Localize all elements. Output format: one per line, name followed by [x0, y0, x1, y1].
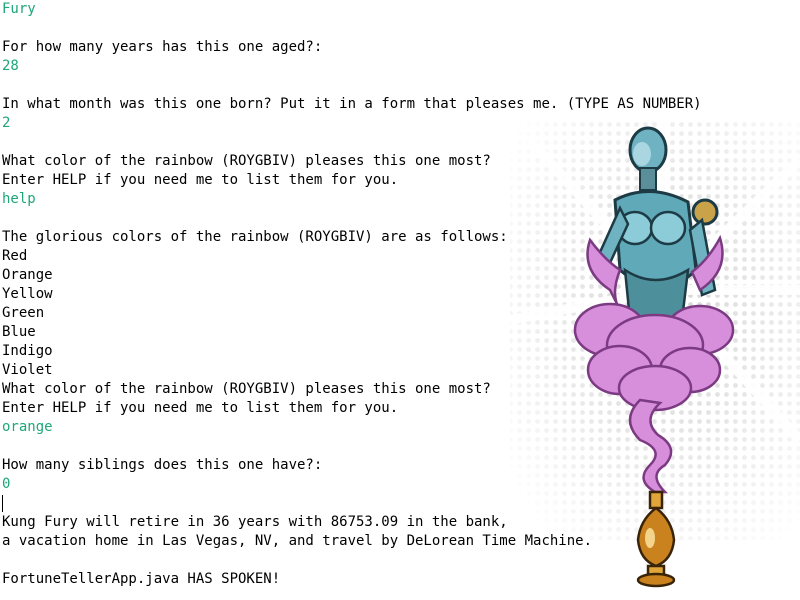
- console-output-line: [2, 551, 702, 570]
- user-input-line: 0: [2, 476, 11, 492]
- console-output-line: FortuneTellerApp.java HAS SPOKEN!: [2, 571, 281, 587]
- console-output-line: Enter HELP if you need me to list them f…: [2, 172, 399, 188]
- console-output-line: What color of the rainbow (ROYGBIV) plea…: [2, 153, 491, 169]
- text-cursor[interactable]: [2, 494, 3, 512]
- user-input-line: help: [2, 191, 36, 207]
- console-output-line: Orange: [2, 267, 53, 283]
- console-output-line: What color of the rainbow (ROYGBIV) plea…: [2, 381, 491, 397]
- console-output-line: [2, 76, 702, 95]
- console-output-line: a vacation home in Las Vegas, NV, and tr…: [2, 533, 593, 549]
- console-output-line: Red: [2, 248, 28, 264]
- console-output-line: Violet: [2, 362, 53, 378]
- console-output-line: Enter HELP if you need me to list them f…: [2, 400, 399, 416]
- console-output-line: Indigo: [2, 343, 53, 359]
- console-output-line: The glorious colors of the rainbow (ROYG…: [2, 229, 508, 245]
- console-output-line: Blue: [2, 324, 36, 340]
- user-input-line: 2: [2, 115, 11, 131]
- console-output-pane[interactable]: Fury For how many years has this one aged…: [0, 0, 800, 600]
- user-input-line: orange: [2, 419, 53, 435]
- console-output-line: Kung Fury will retire in 36 years with 8…: [2, 514, 508, 530]
- console-output-line: For how many years has this one aged?:: [2, 39, 323, 55]
- user-input-line: 28: [2, 58, 19, 74]
- console-output-line: Green: [2, 305, 45, 321]
- input-cursor-line: [2, 494, 702, 513]
- user-input-line: Fury: [2, 1, 36, 17]
- console-lines: Fury For how many years has this one aged…: [2, 0, 702, 589]
- console-output-line: [2, 209, 702, 228]
- console-output-line: In what month was this one born? Put it …: [2, 96, 702, 112]
- console-output-line: [2, 19, 702, 38]
- console-output-line: How many siblings does this one have?:: [2, 457, 323, 473]
- console-output-line: Yellow: [2, 286, 53, 302]
- console-output-line: [2, 437, 702, 456]
- console-output-line: [2, 133, 702, 152]
